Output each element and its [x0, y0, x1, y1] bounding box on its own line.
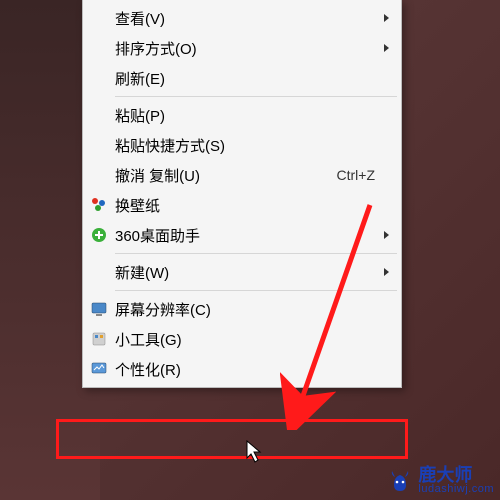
menu-label: 刷新(E)	[115, 68, 393, 89]
menu-label: 360桌面助手	[115, 225, 384, 246]
menu-item-360helper[interactable]: 360桌面助手	[85, 220, 399, 250]
menu-label: 小工具(G)	[115, 329, 393, 350]
menu-item-paste-shortcut[interactable]: 粘贴快捷方式(S)	[85, 130, 399, 160]
menu-separator	[115, 253, 397, 254]
menu-item-view[interactable]: 查看(V)	[85, 3, 399, 33]
watermark-name: 鹿大师	[418, 466, 494, 485]
menu-label: 屏幕分辨率(C)	[115, 299, 393, 320]
annotation-highlight-box	[56, 419, 408, 459]
menu-separator	[115, 96, 397, 97]
watermark-url: ludashiwj.com	[418, 484, 494, 496]
menu-item-personalize[interactable]: 个性化(R)	[85, 354, 399, 384]
menu-item-sort[interactable]: 排序方式(O)	[85, 33, 399, 63]
monitor-icon	[90, 300, 108, 318]
chevron-right-icon	[384, 268, 389, 276]
menu-label: 个性化(R)	[115, 359, 393, 380]
menu-label: 排序方式(O)	[115, 38, 384, 59]
menu-item-new[interactable]: 新建(W)	[85, 257, 399, 287]
menu-label: 新建(W)	[115, 262, 384, 283]
chevron-right-icon	[384, 14, 389, 22]
menu-item-paste[interactable]: 粘贴(P)	[85, 100, 399, 130]
helper-icon	[90, 226, 108, 244]
menu-shortcut: Ctrl+Z	[337, 167, 376, 183]
chevron-right-icon	[384, 231, 389, 239]
chevron-right-icon	[384, 44, 389, 52]
menu-label: 粘贴快捷方式(S)	[115, 135, 393, 156]
wallpaper-icon	[90, 196, 108, 214]
menu-item-resolution[interactable]: 屏幕分辨率(C)	[85, 294, 399, 324]
cursor-icon	[246, 440, 266, 466]
menu-item-gadgets[interactable]: 小工具(G)	[85, 324, 399, 354]
menu-item-undo[interactable]: 撤消 复制(U) Ctrl+Z	[85, 160, 399, 190]
menu-separator	[115, 290, 397, 291]
menu-label: 粘贴(P)	[115, 105, 393, 126]
desktop-context-menu: 查看(V) 排序方式(O) 刷新(E) 粘贴(P) 粘贴快捷方式(S) 撤消 复…	[82, 0, 402, 388]
menu-label: 查看(V)	[115, 8, 384, 29]
menu-item-wallpaper[interactable]: 换壁纸	[85, 190, 399, 220]
watermark: 鹿大师 ludashiwj.com	[386, 466, 494, 496]
personalize-icon	[90, 360, 108, 378]
menu-label: 撤消 复制(U)	[115, 165, 337, 186]
menu-label: 换壁纸	[115, 195, 393, 216]
menu-item-refresh[interactable]: 刷新(E)	[85, 63, 399, 93]
gadget-icon	[90, 330, 108, 348]
deer-logo-icon	[386, 467, 414, 495]
